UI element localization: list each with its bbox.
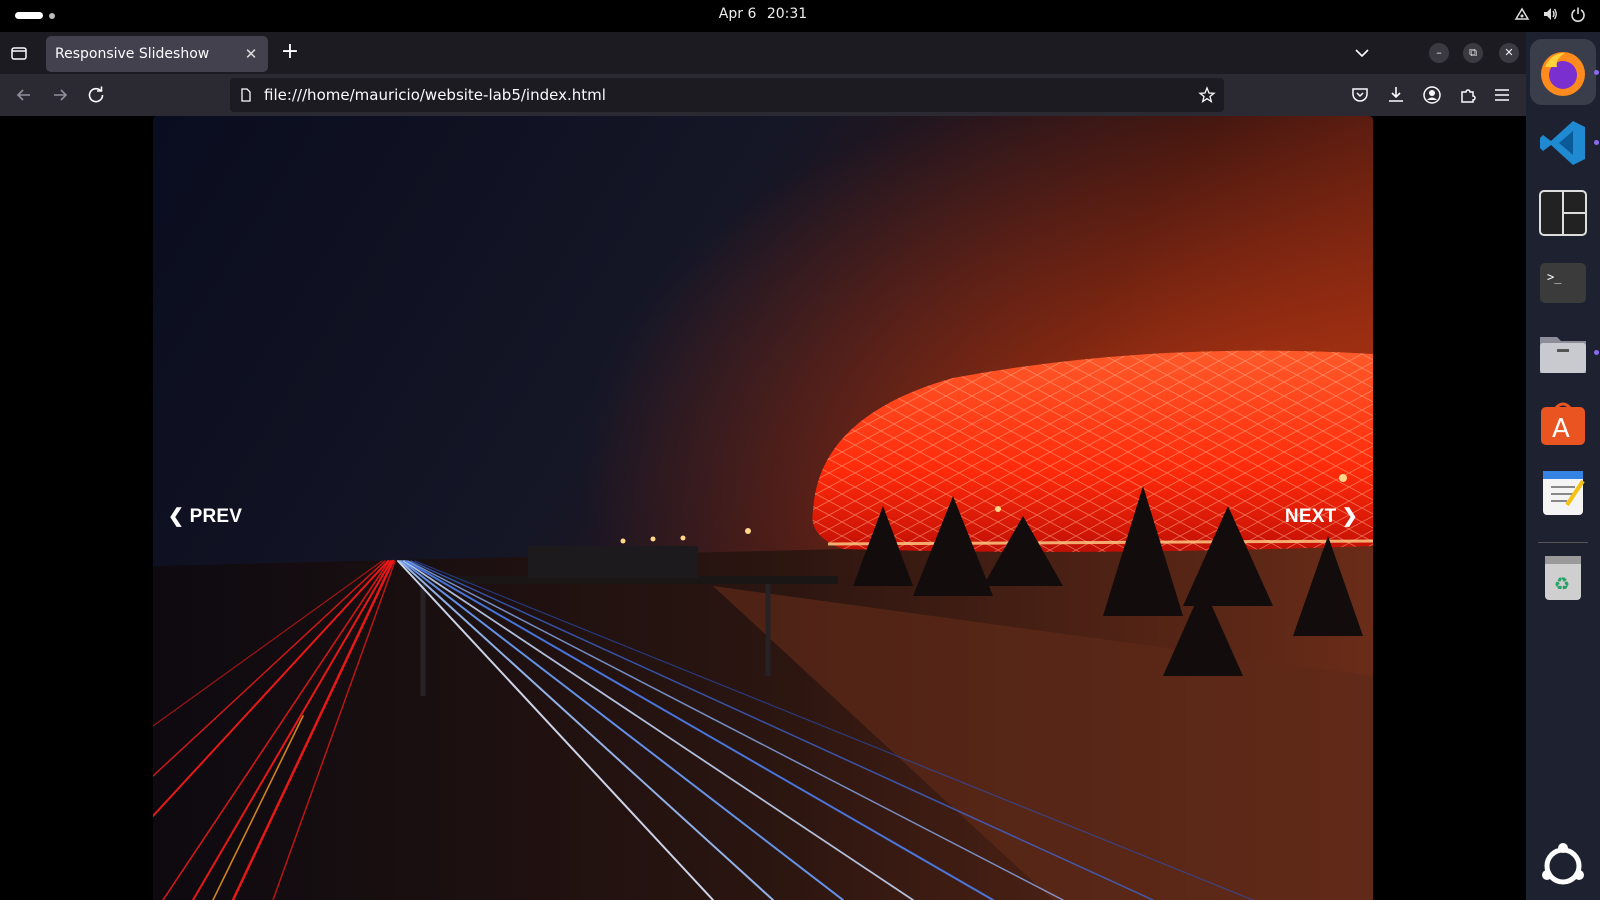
app-center-icon[interactable]: A [1537, 397, 1589, 449]
clock-date: Apr 6 [718, 6, 757, 22]
minimize-button[interactable]: – [1429, 43, 1449, 63]
ubuntu-dock: >_ A ♻ [1526, 32, 1600, 900]
reload-icon[interactable] [85, 84, 107, 106]
clock[interactable]: Apr 6 20:31 [0, 6, 1526, 22]
running-indicator [1594, 70, 1599, 75]
next-slide-button[interactable]: NEXT ❯ [1285, 505, 1358, 528]
firefox-view-icon[interactable] [8, 42, 30, 64]
terminal-icon[interactable]: >_ [1537, 257, 1589, 309]
tab-active[interactable]: Responsive Slideshow ✕ [46, 36, 268, 72]
network-icon[interactable] [1514, 6, 1530, 22]
close-window-button[interactable]: ✕ [1499, 43, 1519, 63]
pocket-icon[interactable] [1349, 84, 1371, 106]
restore-button[interactable]: ⧉ [1463, 43, 1483, 63]
svg-text:>_: >_ [1547, 270, 1562, 284]
back-icon[interactable] [13, 84, 35, 106]
navigation-toolbar: file:///home/mauricio/website-lab5/index… [0, 74, 1526, 116]
dock-separator [1538, 542, 1588, 543]
clock-time: 20:31 [766, 6, 808, 22]
power-icon[interactable] [1570, 6, 1586, 22]
slide-image: ❮ PREV NEXT ❯ [153, 116, 1373, 900]
running-indicator [1594, 350, 1599, 355]
menu-icon[interactable] [1491, 84, 1513, 106]
downloads-icon[interactable] [1385, 84, 1407, 106]
page-content: ❮ PREV NEXT ❯ [0, 116, 1526, 900]
system-top-bar: Apr 6 20:31 [0, 0, 1600, 32]
firefox-window: Responsive Slideshow ✕ + – ⧉ ✕ file:///h… [0, 32, 1526, 900]
svg-text:A: A [1552, 414, 1570, 444]
vscode-icon[interactable] [1537, 117, 1589, 169]
text-editor-icon[interactable] [1537, 467, 1589, 519]
bookmark-star-icon[interactable] [1198, 86, 1216, 104]
volume-icon[interactable] [1542, 6, 1558, 22]
page-icon[interactable] [238, 87, 254, 103]
list-all-tabs-icon[interactable] [1352, 43, 1372, 63]
stadium-night-photo [153, 116, 1373, 900]
prev-slide-button[interactable]: ❮ PREV [168, 505, 242, 528]
tab-title: Responsive Slideshow [55, 46, 210, 62]
url-bar[interactable]: file:///home/mauricio/website-lab5/index… [230, 78, 1224, 112]
extensions-icon[interactable] [1457, 84, 1479, 106]
system-tray[interactable] [1514, 6, 1586, 22]
terminator-icon[interactable] [1537, 187, 1589, 239]
svg-text:♻: ♻ [1554, 574, 1570, 595]
files-icon[interactable] [1537, 327, 1589, 379]
show-apps-icon[interactable] [1537, 840, 1589, 892]
firefox-icon[interactable] [1537, 47, 1589, 99]
account-icon[interactable] [1421, 84, 1443, 106]
forward-icon[interactable] [49, 84, 71, 106]
tab-strip: Responsive Slideshow ✕ + – ⧉ ✕ [0, 32, 1526, 74]
trash-icon[interactable]: ♻ [1537, 552, 1589, 604]
url-text[interactable]: file:///home/mauricio/website-lab5/index… [264, 86, 606, 104]
running-indicator [1594, 140, 1599, 145]
tab-close-icon[interactable]: ✕ [242, 45, 260, 63]
new-tab-button[interactable]: + [279, 41, 301, 64]
